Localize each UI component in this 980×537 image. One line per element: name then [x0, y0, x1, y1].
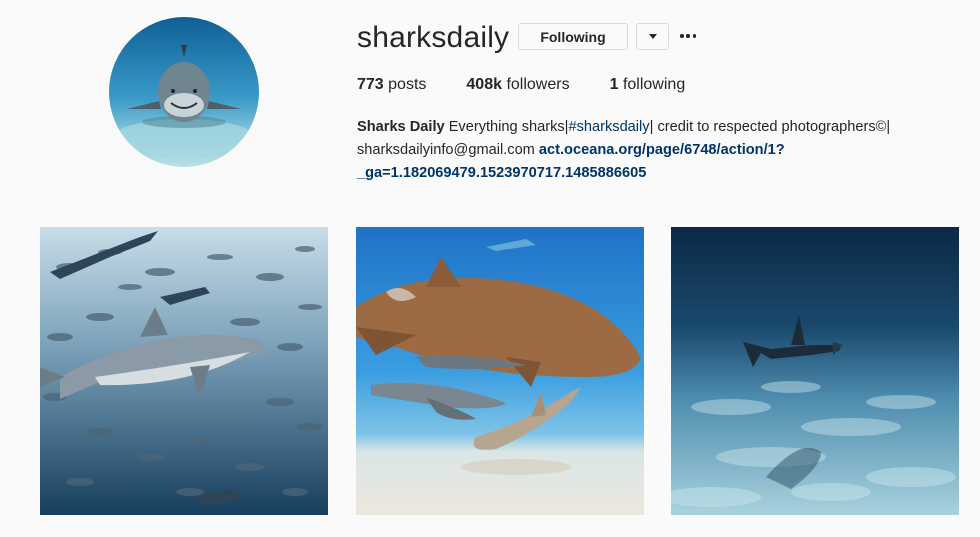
- followers-stat[interactable]: 408k followers: [466, 76, 569, 94]
- followers-label: followers: [506, 76, 570, 93]
- posts-label: posts: [388, 76, 427, 93]
- post-thumbnail-1[interactable]: [40, 227, 328, 515]
- hashtag-link[interactable]: #sharksdaily: [568, 119, 649, 135]
- post-image-nurse-sharks: [356, 227, 644, 515]
- bio-text-credit: | credit to respected photographers©|: [649, 119, 891, 135]
- posts-count: 773: [357, 76, 384, 93]
- ellipsis-icon: [686, 34, 690, 38]
- following-count: 1: [609, 76, 619, 93]
- chevron-down-icon: [648, 34, 657, 39]
- shark-avatar-image: [109, 17, 259, 167]
- ellipsis-icon: [680, 34, 684, 38]
- following-stat[interactable]: 1 following: [610, 76, 686, 94]
- profile-stats: 773 posts 408k followers 1 following: [357, 76, 725, 94]
- posts-stat: 773 posts: [357, 76, 426, 94]
- profile-avatar[interactable]: [109, 17, 259, 167]
- following-button[interactable]: Following: [518, 23, 628, 50]
- bio-email: sharksdailyinfo@gmail.com: [357, 142, 535, 158]
- followers-count: 408k: [466, 76, 502, 93]
- follow-options-dropdown-button[interactable]: [636, 23, 669, 50]
- bio-text: Everything sharks|: [448, 119, 569, 135]
- post-image-fish-school: [40, 227, 328, 515]
- profile-bio: Sharks Daily Everything sharks|#sharksda…: [357, 116, 957, 185]
- display-name: Sharks Daily: [357, 119, 445, 135]
- post-thumbnail-3[interactable]: [671, 227, 959, 515]
- following-label: following: [622, 76, 686, 93]
- ellipsis-icon: [692, 34, 696, 38]
- post-thumbnail-2[interactable]: [356, 227, 644, 515]
- post-image-hammerhead: [671, 227, 959, 515]
- more-options-button[interactable]: [680, 27, 696, 45]
- profile-username: sharksdaily: [357, 21, 510, 54]
